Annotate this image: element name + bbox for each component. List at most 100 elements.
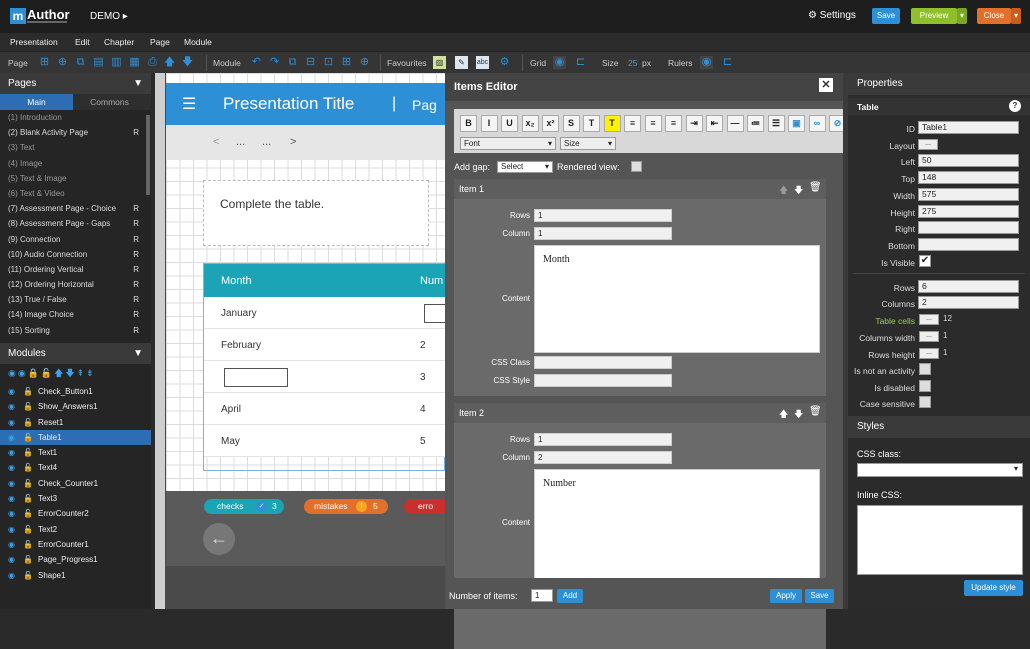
css-style-input[interactable] xyxy=(534,374,672,387)
eye-icon[interactable]: ◉ xyxy=(8,568,15,583)
unlock-icon[interactable]: 🔓 xyxy=(23,384,33,399)
width-input[interactable]: 575 xyxy=(918,188,1019,201)
indent-icon[interactable]: ⇥ xyxy=(685,115,703,132)
rows-input[interactable]: 1 xyxy=(534,209,672,222)
not-activity-checkbox[interactable] xyxy=(919,363,931,375)
text-color-icon[interactable]: T xyxy=(583,115,600,132)
trash-icon[interactable]: 🗑 xyxy=(809,406,822,417)
export-page-icon[interactable]: ⎙ xyxy=(146,56,159,69)
eye-icon[interactable]: ◉ xyxy=(8,476,15,491)
menu-chapter[interactable]: Chapter xyxy=(104,37,134,47)
module-list-item[interactable]: ◉ 🔓 ErrorCounter2 xyxy=(0,506,151,521)
table-module[interactable]: Month Num January February 2 3 April 4 May 5 xyxy=(203,263,445,471)
gap-input[interactable] xyxy=(224,368,288,387)
module-list-item[interactable]: ◉ 🔓 Text3 xyxy=(0,491,151,506)
eye-icon[interactable]: ◉ xyxy=(8,522,15,537)
trash-icon[interactable]: 🗑 xyxy=(809,182,822,193)
unlock-icon[interactable]: 🔓 xyxy=(23,415,33,430)
help-icon[interactable]: ? xyxy=(1009,100,1021,112)
unlock-icon[interactable]: 🔓 xyxy=(23,522,33,537)
italic-icon[interactable]: I xyxy=(480,115,498,132)
modules-toolbar[interactable]: ◉◉🔒🔓🡅🡇⇞⇟ xyxy=(8,366,96,382)
column-input[interactable]: 2 xyxy=(534,451,672,464)
module-list-item[interactable]: ◉ 🔓 Text4 xyxy=(0,460,151,475)
align-icon[interactable]: ⊡ xyxy=(322,56,335,69)
font-select[interactable]: Font ▾ xyxy=(460,137,556,150)
add-button[interactable]: Add xyxy=(557,589,583,603)
left-input[interactable]: 50 xyxy=(918,154,1019,167)
save-button[interactable]: Save xyxy=(805,589,834,603)
page-list-item[interactable]: (3) Text xyxy=(0,140,151,155)
unlock-icon[interactable]: 🔓 xyxy=(23,460,33,475)
page-list-item[interactable]: (15) Sorting R xyxy=(0,323,151,338)
gap-input[interactable] xyxy=(424,304,445,323)
unlock-icon[interactable]: 🔓 xyxy=(23,506,33,521)
bottom-input[interactable] xyxy=(918,238,1019,251)
page-list-item[interactable]: (4) Image xyxy=(0,156,151,171)
page-list-item[interactable]: (13) True / False R xyxy=(0,292,151,307)
hamburger-icon[interactable]: ☰ xyxy=(182,94,196,114)
module-list-item[interactable]: ◉ 🔓 Check_Button1 xyxy=(0,384,151,399)
size-value[interactable]: 25 xyxy=(628,58,637,68)
content-editor[interactable]: Number xyxy=(534,469,820,589)
preview-dropdown[interactable]: ▾ xyxy=(957,8,967,24)
eye-icon[interactable]: ◉ xyxy=(8,399,15,414)
eye-icon[interactable]: ◉ xyxy=(8,537,15,552)
delete-page-icon[interactable]: ▥ xyxy=(110,56,123,69)
columns-width-button[interactable]: ... xyxy=(919,331,939,342)
module-list-item[interactable]: ◉ 🔓 Shape1 xyxy=(0,568,151,583)
layout-button[interactable]: ... xyxy=(918,139,938,150)
preview-button[interactable]: Preview xyxy=(911,8,957,24)
move-down-icon[interactable]: 🡇 xyxy=(794,183,803,199)
save-button[interactable]: Save xyxy=(872,8,900,24)
duplicate-page-icon[interactable]: ⧉ xyxy=(74,56,87,69)
height-input[interactable]: 275 xyxy=(918,205,1019,218)
back-arrow-button[interactable]: ← xyxy=(203,523,235,555)
page-list-item[interactable]: (11) Ordering Vertical R xyxy=(0,262,151,277)
module-list-item[interactable]: ◉ 🔓 Show_Answers1 xyxy=(0,399,151,414)
group-icon[interactable]: ⊟ xyxy=(304,56,317,69)
eye-icon[interactable]: ◉ xyxy=(8,430,15,445)
unlock-icon[interactable]: 🔓 xyxy=(23,445,33,460)
outdent-icon[interactable]: ⇤ xyxy=(706,115,723,132)
is-disabled-checkbox[interactable] xyxy=(919,380,931,392)
right-input[interactable] xyxy=(918,221,1019,234)
eye-icon[interactable]: ◉ xyxy=(8,415,15,430)
nav-prev[interactable]: < xyxy=(213,136,219,148)
undo-icon[interactable]: ↶ xyxy=(250,56,263,69)
rulers-visibility-icon[interactable]: ◉ xyxy=(700,56,713,69)
nav-dots-2[interactable]: ... xyxy=(262,136,271,148)
update-style-button[interactable]: Update style xyxy=(964,580,1023,596)
rows-input[interactable]: 1 xyxy=(534,433,672,446)
css-class-select[interactable]: ▾ xyxy=(857,463,1023,477)
page-list-item[interactable]: (7) Assessment Page - Choice R xyxy=(0,201,151,216)
add-chapter-icon[interactable]: ⊕ xyxy=(56,56,69,69)
top-input[interactable]: 148 xyxy=(918,171,1019,184)
module-list-item[interactable]: ◉ 🔓 ErrorCounter1 xyxy=(0,537,151,552)
move-up-icon[interactable]: 🡅 xyxy=(163,56,176,69)
add-page-icon[interactable]: ⊞ xyxy=(38,56,51,69)
image-icon[interactable]: ▣ xyxy=(788,115,805,132)
rendered-view-checkbox[interactable] xyxy=(631,161,642,172)
unlock-icon[interactable]: 🔓 xyxy=(23,399,33,414)
menu-module[interactable]: Module xyxy=(184,37,212,47)
id-input[interactable]: Table1 xyxy=(918,121,1019,134)
column-input[interactable]: 1 xyxy=(534,227,672,240)
eye-icon[interactable]: ◉ xyxy=(8,445,15,460)
eye-icon[interactable]: ◉ xyxy=(8,552,15,567)
apply-button[interactable]: Apply xyxy=(770,589,802,603)
page-list-item[interactable]: (1) Introduction xyxy=(0,110,151,125)
align-center-icon[interactable]: ≡ xyxy=(644,115,662,132)
bold-icon[interactable]: B xyxy=(460,115,477,132)
css-class-input[interactable] xyxy=(534,356,672,369)
abc-module-icon[interactable]: abc xyxy=(476,56,489,69)
unlock-icon[interactable]: 🔓 xyxy=(23,491,33,506)
size-select[interactable]: Size ▾ xyxy=(560,137,616,150)
page-list-item[interactable]: (14) Image Choice R xyxy=(0,307,151,322)
page-list-item[interactable]: (10) Audio Connection R xyxy=(0,247,151,262)
move-down-icon[interactable]: 🡇 xyxy=(794,407,803,423)
page-list-item[interactable]: (6) Text & Video xyxy=(0,186,151,201)
close-button[interactable]: Close xyxy=(977,8,1011,24)
eye-icon[interactable]: ◉ xyxy=(8,491,15,506)
page-list-item[interactable]: (5) Text & Image xyxy=(0,171,151,186)
